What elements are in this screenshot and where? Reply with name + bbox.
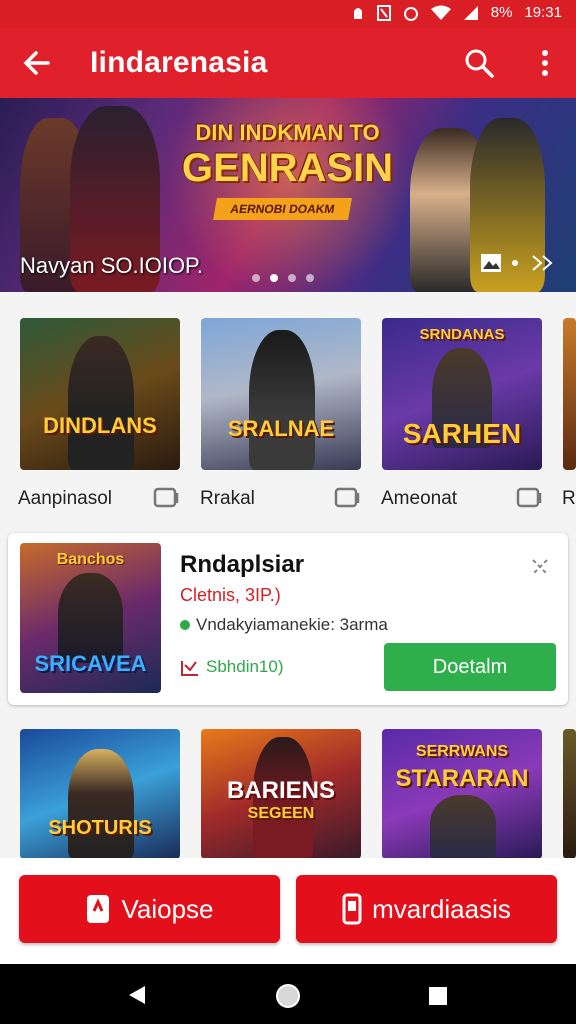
- alarm-icon: [403, 6, 418, 21]
- tile-character: [68, 749, 134, 859]
- search-icon[interactable]: [462, 46, 496, 80]
- second-tile-3[interactable]: SERRWANS STARARAN: [382, 729, 542, 859]
- banner-ribbon: AERNOBI DOAKM: [213, 198, 352, 220]
- rating-icon: [181, 661, 198, 676]
- game-name: Rndaplsiar: [180, 551, 305, 578]
- bottom-left-button-label: Vaiopse: [121, 893, 214, 924]
- featured-label-2[interactable]: Rrakal: [200, 488, 255, 510]
- featured-label-4[interactable]: R: [562, 488, 576, 510]
- hero-banner[interactable]: DIN INDKMAN TO GENRASIN AERNOBI DOAKM Na…: [0, 98, 576, 292]
- tile-character: [430, 795, 496, 859]
- tile-art-title: SHOTURIS: [48, 817, 152, 839]
- tile-character: [249, 330, 315, 470]
- screen-icon[interactable]: [516, 486, 544, 510]
- clock: 19:31: [524, 4, 562, 21]
- online-status-dot: [180, 620, 190, 630]
- carousel-dot[interactable]: [288, 274, 296, 282]
- carousel-dot[interactable]: [252, 274, 260, 282]
- bottom-right-button[interactable]: mvardiaasis: [296, 875, 557, 943]
- featured-tile-2[interactable]: SRALNAE: [201, 318, 361, 470]
- game-card[interactable]: Banchos SRICAVEA Rndaplsiar Cletnis, 3IP…: [8, 533, 568, 705]
- tile-art-title: SRALNAE: [227, 416, 335, 441]
- thumb-character: [58, 573, 123, 663]
- second-row: SHOTURIS BARIENS SEGEEN SERRWANS STARARA…: [0, 729, 576, 859]
- banner-headline-line2: GENRASIN: [181, 146, 394, 190]
- notification-icon: [353, 7, 362, 19]
- battery-text: 8%: [490, 4, 513, 21]
- dot-icon: [512, 260, 518, 266]
- device-icon: [342, 893, 362, 925]
- app-bar: Iindarenasia: [0, 28, 576, 98]
- nav-back-icon[interactable]: [126, 984, 148, 1006]
- bottom-right-button-label: mvardiaasis: [372, 893, 511, 924]
- featured-tile-3[interactable]: SRNDANAS SARHEN: [382, 318, 542, 470]
- tile-art-title: SARHEN: [402, 418, 522, 449]
- carousel-dot[interactable]: [306, 274, 314, 282]
- featured-label-1[interactable]: Aanpinasol: [18, 488, 112, 510]
- wifi-icon: [430, 5, 451, 20]
- game-thumbnail[interactable]: Banchos SRICAVEA: [20, 543, 161, 693]
- tile-art-title: DINDLANS: [43, 413, 157, 438]
- screen-icon[interactable]: [334, 486, 362, 510]
- dismiss-icon[interactable]: [528, 555, 552, 579]
- tile-art-subtitle: SRNDANAS: [419, 326, 505, 343]
- game-rating: Sbhdin10): [206, 657, 284, 676]
- tile-character: [68, 336, 134, 470]
- tile-art-subtitle: SEGEEN: [247, 805, 315, 822]
- carousel-dots[interactable]: [252, 274, 314, 282]
- carousel-dot-active[interactable]: [270, 274, 278, 282]
- featured-tile-4[interactable]: [563, 318, 576, 470]
- banner-headline-line1: DIN INDKMAN TO: [195, 120, 380, 145]
- thumb-top-text: Banchos: [56, 551, 125, 568]
- screen-icon[interactable]: [153, 486, 181, 510]
- status-bar: 8% 19:31: [0, 0, 576, 28]
- next-icon[interactable]: [530, 253, 554, 273]
- tile-art-title: BARIENS: [226, 777, 335, 804]
- second-tile-2[interactable]: BARIENS SEGEEN: [201, 729, 361, 859]
- game-subtitle: Cletnis, 3IP.): [180, 585, 281, 605]
- signal-icon: [463, 5, 478, 20]
- game-status: Vndakyiamanekie: 3arma: [196, 615, 388, 634]
- tile-art-subtitle: SERRWANS: [415, 743, 509, 760]
- system-nav-bar: [0, 964, 576, 1024]
- nav-recents-icon[interactable]: [428, 986, 448, 1006]
- featured-label-3[interactable]: Ameonat: [381, 488, 457, 510]
- app-title: Iindarenasia: [90, 46, 268, 79]
- featured-row: DINDLANS SRALNAE SRNDANAS SARHEN Aanpina…: [0, 318, 576, 518]
- banner-headline: DIN INDKMAN TO GENRASIN: [175, 120, 400, 190]
- tile-art-title: STARARAN: [395, 765, 529, 792]
- phone-icon: [87, 895, 110, 923]
- second-tile-1[interactable]: SHOTURIS: [20, 729, 180, 859]
- bottom-left-button[interactable]: Vaiopse: [19, 875, 280, 943]
- featured-tile-1[interactable]: DINDLANS: [20, 318, 180, 470]
- thumb-art-title: SRICAVEA: [34, 651, 147, 676]
- more-options-icon[interactable]: [532, 46, 558, 80]
- back-arrow-icon[interactable]: [20, 46, 54, 80]
- gallery-icon[interactable]: [480, 253, 502, 273]
- second-tile-4[interactable]: [563, 729, 576, 859]
- details-button[interactable]: Doetalm: [384, 643, 556, 691]
- banner-caption: Navyan SO.IOIOP.: [20, 253, 204, 278]
- nfc-icon: [376, 4, 391, 21]
- nav-home-icon[interactable]: [274, 982, 302, 1010]
